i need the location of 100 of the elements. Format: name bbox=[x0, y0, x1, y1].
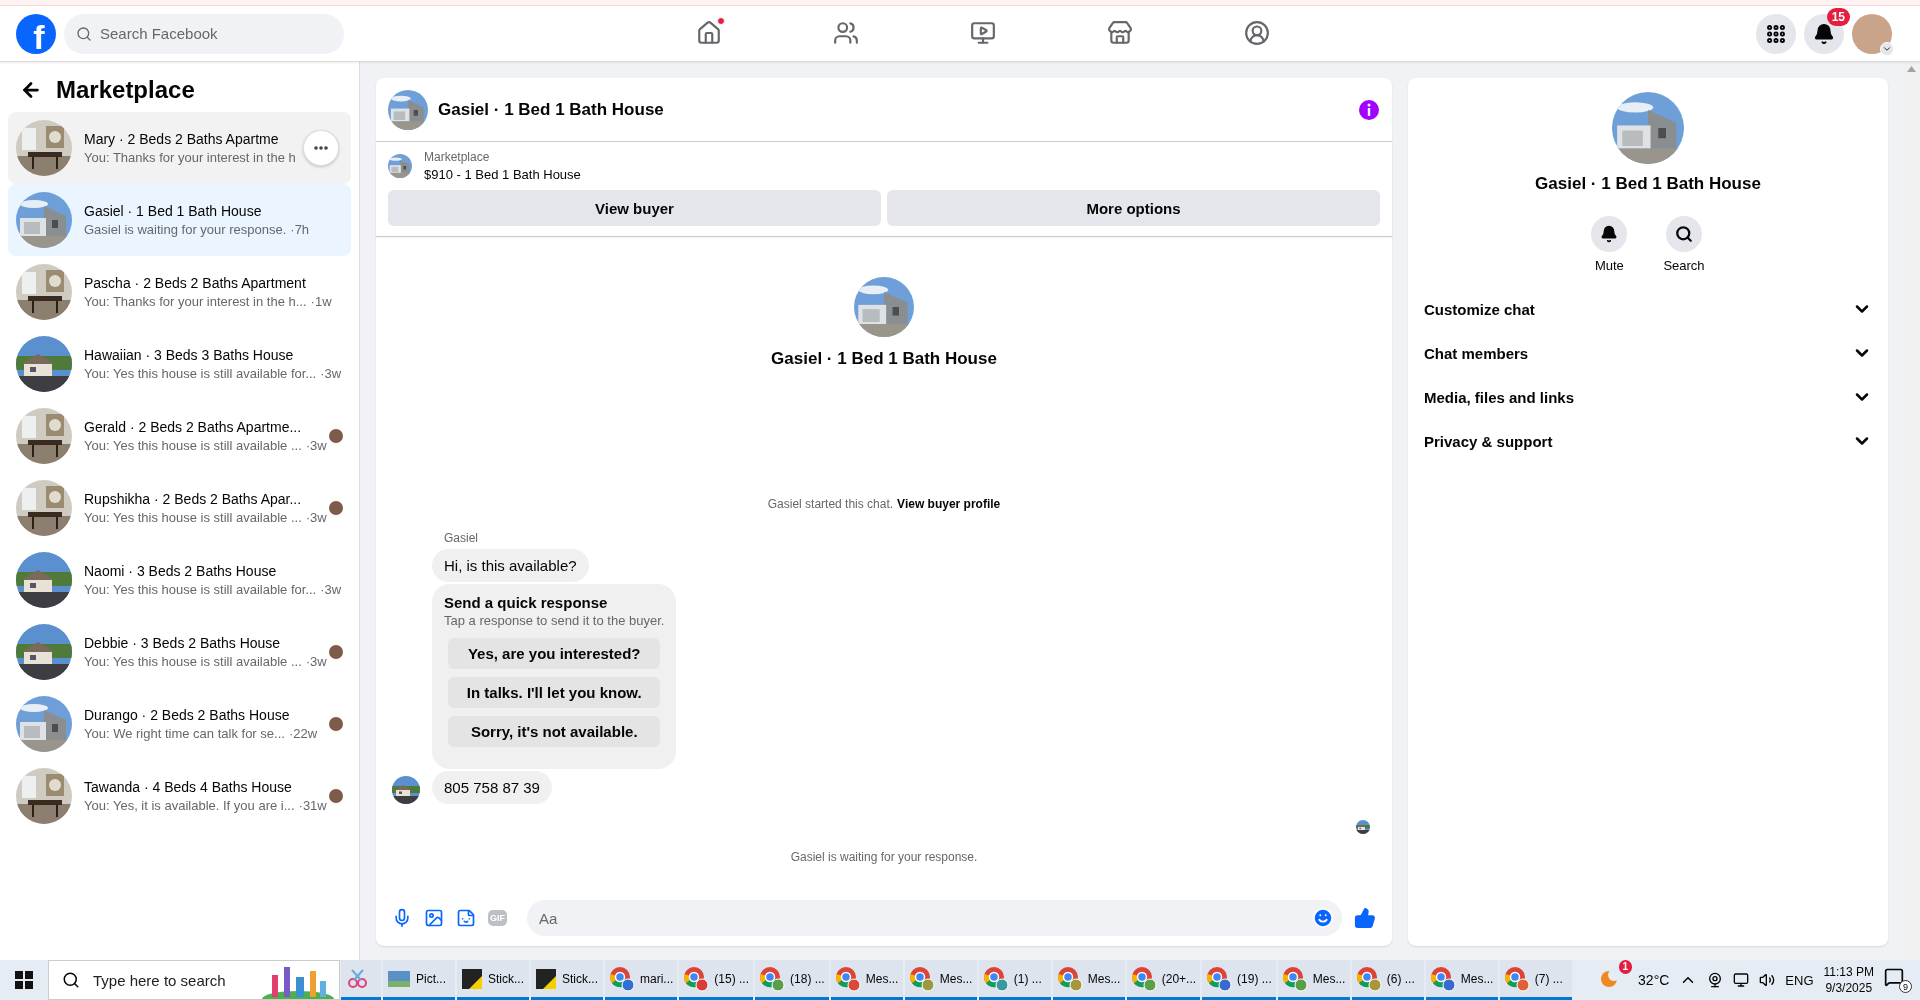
bell-icon bbox=[1813, 22, 1835, 45]
image-icon[interactable] bbox=[424, 908, 444, 928]
sticky-note-icon bbox=[461, 967, 483, 990]
search-icon bbox=[62, 971, 80, 989]
taskbar-app[interactable]: (6) ... bbox=[1351, 960, 1424, 1000]
details-title: Gasiel · 1 Bed 1 Bath House bbox=[1535, 174, 1761, 194]
notifications-button[interactable] bbox=[1804, 13, 1844, 54]
home-icon bbox=[695, 19, 722, 46]
quick-response-title: Send a quick response bbox=[444, 594, 609, 611]
taskbar-app[interactable]: (19) ... bbox=[1202, 960, 1276, 1000]
taskbar-app[interactable]: (18) ... bbox=[755, 960, 829, 1000]
quick-reply-button[interactable]: Yes, are you interested? bbox=[448, 638, 661, 669]
action-label: Search bbox=[1663, 258, 1705, 273]
message-preview: You: Yes this house is still available ... bbox=[84, 510, 302, 525]
conversation-title: Gerald · 2 Beds 2 Baths Apartme... bbox=[84, 419, 303, 435]
taskbar-app[interactable]: Pict... bbox=[383, 960, 455, 1000]
action-button[interactable]: View buyer bbox=[388, 190, 881, 226]
grid-icon bbox=[1765, 22, 1787, 45]
video-icon bbox=[969, 19, 996, 46]
like-icon[interactable] bbox=[1354, 907, 1376, 929]
chat-intro-title: Gasiel · 1 Bed 1 Bath House bbox=[771, 349, 997, 369]
conversation-item[interactable]: Durango · 2 Beds 2 Baths House You: We right time can talk for se... ·22w bbox=[8, 688, 351, 760]
conversation-title: Rupshikha · 2 Beds 2 Baths Apar... bbox=[84, 491, 303, 507]
conversation-item[interactable]: Debbie · 3 Beds 2 Baths House You: Yes this house is still available ... ·3w bbox=[8, 616, 351, 688]
friends-icon bbox=[832, 19, 859, 46]
taskbar-app[interactable]: (7) ... bbox=[1499, 960, 1572, 1000]
conversation-title: Naomi · 3 Beds 2 Baths House bbox=[84, 563, 278, 579]
message-preview: You: Yes this house is still available ... bbox=[84, 438, 302, 453]
conversation-item[interactable]: Naomi · 3 Beds 2 Baths House You: Yes this house is still available for... ·3w bbox=[8, 544, 351, 616]
photo-icon bbox=[387, 968, 411, 989]
message-preview: You: Yes this house is still available for... bbox=[84, 366, 317, 381]
more-button[interactable] bbox=[303, 130, 339, 166]
message-field[interactable]: Aa bbox=[527, 900, 1342, 936]
conversation-item[interactable]: Tawanda · 4 Beds 4 Baths House You: Yes, it is available. If you are i... ·31w bbox=[8, 760, 351, 832]
taskbar-app[interactable]: Mes... bbox=[904, 960, 977, 1000]
taskbar-app[interactable] bbox=[341, 960, 381, 1000]
conversation-title: Pascha · 2 Beds 2 Baths Apartment bbox=[84, 275, 307, 291]
taskbar-app[interactable]: mari... bbox=[605, 960, 678, 1000]
page-title: Marketplace bbox=[56, 76, 195, 104]
message-preview: You: Yes, it is available. If you are i... bbox=[84, 798, 295, 813]
menu-button[interactable] bbox=[1756, 13, 1796, 54]
notification-dot bbox=[716, 16, 725, 25]
info-icon[interactable] bbox=[1358, 98, 1380, 121]
taskbar-search-field[interactable]: Type here to search bbox=[48, 960, 340, 1000]
message-preview: You: Yes this house is still available ... bbox=[84, 654, 302, 669]
mute-button[interactable] bbox=[1591, 216, 1628, 252]
message-bubble: Hi, is this available? bbox=[432, 549, 589, 582]
conversation-title: Gasiel · 1 Bed 1 Bath House bbox=[84, 203, 263, 219]
conversation-title: Hawaiian · 3 Beds 3 Baths House bbox=[84, 347, 295, 363]
temperature: 32°C bbox=[1638, 972, 1670, 988]
section-header[interactable]: Privacy & support bbox=[1416, 419, 1880, 463]
section-header[interactable]: Customize chat bbox=[1416, 287, 1880, 331]
search-field[interactable]: Search Facebook bbox=[64, 13, 344, 54]
taskbar-app[interactable]: (15) ... bbox=[679, 960, 754, 1000]
weather-badge: 1 bbox=[1618, 960, 1633, 974]
taskbar-app[interactable]: Stick... bbox=[457, 960, 529, 1000]
message-preview: You: We right time can talk for se... bbox=[84, 726, 285, 741]
section-header[interactable]: Chat members bbox=[1416, 331, 1880, 375]
quick-reply-button[interactable]: In talks. I'll let you know. bbox=[448, 677, 661, 708]
facebook-logo[interactable]: f bbox=[16, 13, 56, 54]
system-message: Gasiel started this chat. bbox=[767, 497, 894, 511]
conversation-item[interactable]: Gerald · 2 Beds 2 Baths Apartme... You: Yes this house is still available ... ·3w bbox=[8, 400, 351, 472]
message-preview: You: Yes this house is still available for... bbox=[84, 582, 317, 597]
message-time: ·22w bbox=[288, 726, 318, 741]
taskbar-app[interactable]: (1) ... bbox=[978, 960, 1051, 1000]
listing-title: $910 - 1 Bed 1 Bath House bbox=[424, 167, 581, 182]
clock[interactable]: 11:13 PM 9/3/2025 bbox=[1823, 964, 1874, 996]
conversation-item[interactable]: Mary · 2 Beds 2 Baths Apartme You: Thanks for your interest in the h bbox=[8, 112, 351, 184]
message-time: ·3w bbox=[320, 366, 342, 381]
language-indicator[interactable]: ENG bbox=[1785, 972, 1814, 988]
microphone-icon[interactable] bbox=[392, 908, 412, 928]
taskbar-app[interactable]: Mes... bbox=[830, 960, 903, 1000]
groups-icon bbox=[1243, 19, 1270, 46]
conversation-title: Durango · 2 Beds 2 Baths House bbox=[84, 707, 291, 723]
taskbar-app[interactable]: Mes... bbox=[1425, 960, 1498, 1000]
taskbar-app[interactable]: (20+... bbox=[1126, 960, 1201, 1000]
sticky-note-icon bbox=[535, 967, 557, 990]
taskbar-app[interactable]: Mes... bbox=[1277, 960, 1350, 1000]
volume-icon[interactable] bbox=[1759, 972, 1776, 988]
action-button[interactable]: More options bbox=[887, 190, 1380, 226]
search-button[interactable] bbox=[1666, 216, 1702, 252]
conversation-item[interactable]: Hawaiian · 3 Beds 3 Baths House You: Yes this house is still available for... ·3w bbox=[8, 328, 351, 400]
store-icon bbox=[1106, 19, 1133, 46]
taskbar-app[interactable]: Mes... bbox=[1052, 960, 1125, 1000]
network-icon[interactable] bbox=[1733, 972, 1750, 988]
taskbar-app[interactable]: Stick... bbox=[531, 960, 603, 1000]
emoji-icon[interactable] bbox=[1312, 907, 1334, 929]
conversation-item[interactable]: Rupshikha · 2 Beds 2 Baths Apar... You: Yes this house is still available ... ·3w bbox=[8, 472, 351, 544]
search-icon bbox=[76, 25, 92, 42]
buyer-profile-link[interactable]: View buyer profile bbox=[897, 497, 1001, 511]
chat-title: Gasiel · 1 Bed 1 Bath House bbox=[438, 99, 665, 120]
conversation-title: Mary · 2 Beds 2 Baths Apartme bbox=[84, 131, 280, 147]
sticker-icon[interactable] bbox=[456, 908, 476, 928]
message-time: ·3w bbox=[320, 582, 342, 597]
quick-reply-button[interactable]: Sorry, it's not available. bbox=[448, 716, 661, 747]
webcam-icon[interactable] bbox=[1707, 972, 1724, 988]
conversation-item[interactable]: Gasiel · 1 Bed 1 Bath House Gasiel is waiting for your response. ·7h bbox=[8, 184, 351, 256]
message-preview: You: Thanks for your interest in the h... bbox=[84, 294, 307, 309]
conversation-item[interactable]: Pascha · 2 Beds 2 Baths Apartment You: Thanks for your interest in the h... ·1w bbox=[8, 256, 351, 328]
section-header[interactable]: Media, files and links bbox=[1416, 375, 1880, 419]
